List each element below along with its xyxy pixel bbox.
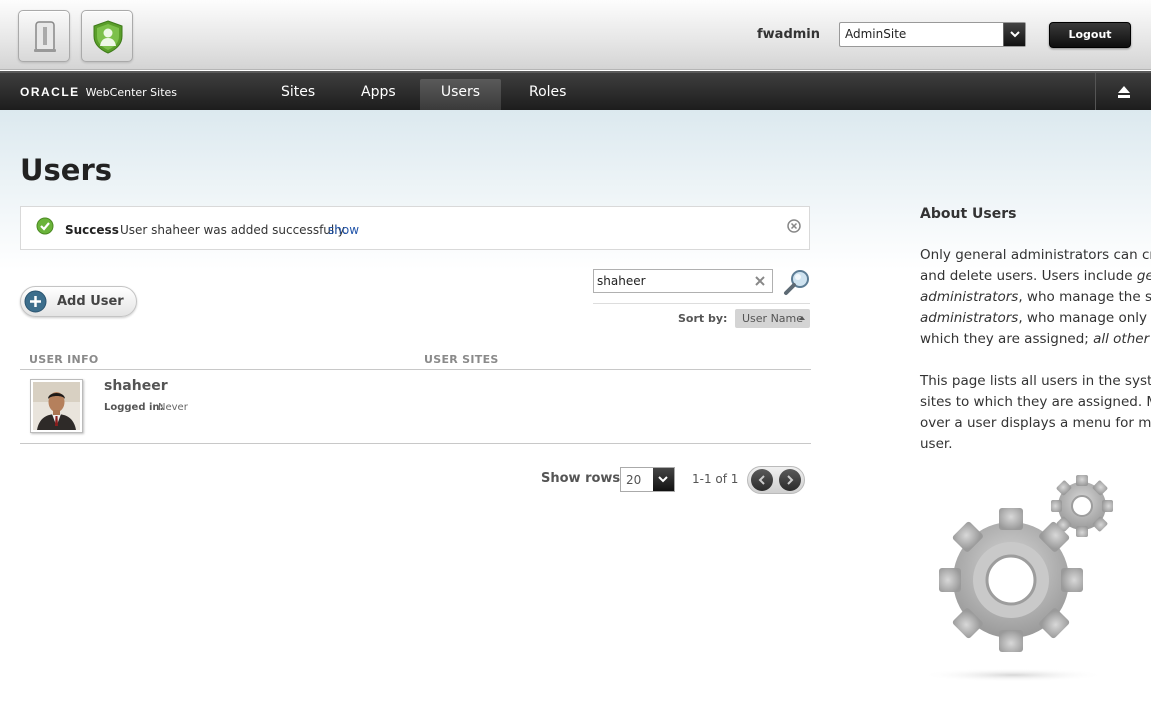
plus-circle-icon: [24, 290, 47, 313]
column-header-user-info: USER INFO: [29, 353, 99, 366]
about-line: over a user displays a menu for manag: [920, 415, 1151, 431]
nav-tab-users[interactable]: Users: [420, 79, 501, 110]
about-users-paragraph-2: This page lists all users in the system …: [920, 371, 1151, 455]
about-line: administrators, who manage the syste: [920, 289, 1151, 305]
success-notification: Success User shaheer was added successfu…: [20, 206, 810, 250]
brand-logo: ORACLE WebCenter Sites: [20, 85, 177, 100]
pagination-range: 1-1 of 1: [692, 472, 739, 486]
sort-value: User Name: [742, 312, 804, 325]
chevron-down-icon: [658, 476, 668, 483]
column-header-user-sites: USER SITES: [424, 353, 499, 366]
app-switcher-button[interactable]: [18, 10, 70, 62]
sort-up-icon: [799, 316, 805, 320]
notification-show-link[interactable]: show: [328, 223, 359, 237]
nav-tab-sites[interactable]: Sites: [271, 79, 325, 110]
logout-button[interactable]: Logout: [1049, 22, 1131, 48]
logged-in-value: Never: [158, 402, 188, 413]
avatar: [30, 379, 83, 433]
shield-user-icon: [93, 20, 123, 54]
clear-search-icon[interactable]: [754, 275, 766, 287]
user-search-box: [593, 269, 773, 293]
rows-per-page-value: 20: [626, 473, 642, 487]
about-users-paragraph-1: Only general administrators can create a…: [920, 245, 1151, 350]
main-nav: ORACLE WebCenter Sites Sites Apps Users R…: [0, 71, 1151, 110]
current-username: fwadmin: [757, 27, 821, 42]
about-line: which they are assigned; all other user: [920, 331, 1151, 347]
about-line: This page lists all users in the system …: [920, 373, 1151, 389]
page-title: Users: [20, 153, 113, 187]
about-line: and delete users. Users include genera: [920, 268, 1151, 284]
add-user-label: Add User: [57, 294, 124, 309]
show-rows-label: Show rows:: [541, 471, 626, 486]
add-user-button[interactable]: Add User: [20, 286, 137, 317]
sort-user-name-button[interactable]: User Name: [735, 309, 810, 328]
nav-tab-apps[interactable]: Apps: [351, 79, 406, 110]
about-line: administrators, who manage only the: [920, 310, 1151, 326]
user-name-link[interactable]: shaheer: [104, 378, 168, 394]
collapse-header-button[interactable]: [1095, 73, 1151, 110]
brand-oracle: ORACLE: [20, 85, 80, 99]
about-users-title: About Users: [920, 206, 1017, 222]
chevron-right-icon: [787, 475, 794, 485]
site-select-dropdown[interactable]: [1003, 23, 1025, 46]
rows-per-page-dropdown[interactable]: [653, 468, 674, 491]
eject-icon: [1118, 86, 1130, 98]
user-photo-icon: [33, 382, 80, 430]
close-icon[interactable]: [787, 219, 801, 233]
about-line: Only general administrators can create: [920, 247, 1151, 263]
next-page-button[interactable]: [779, 469, 801, 491]
about-line: sites to which they are assigned. Mous: [920, 394, 1151, 410]
device-icon: [34, 21, 56, 52]
search-divider: [593, 303, 810, 304]
check-circle-icon: [36, 217, 54, 235]
rows-per-page-select[interactable]: 20: [620, 467, 675, 492]
logged-in-label: Logged in:: [104, 402, 164, 413]
previous-page-button[interactable]: [751, 469, 773, 491]
gears-illustration-icon: [921, 475, 1113, 682]
search-input[interactable]: [597, 273, 747, 289]
table-header-divider: [20, 369, 811, 370]
brand-product: WebCenter Sites: [85, 86, 178, 99]
site-select-value: AdminSite: [845, 27, 907, 41]
notification-message: User shaheer was added successfully.: [120, 223, 347, 237]
table-row-divider: [20, 443, 811, 444]
search-icon[interactable]: [783, 268, 811, 296]
chevron-left-icon: [758, 475, 765, 485]
sort-by-label: Sort by:: [678, 312, 728, 325]
top-header: fwadmin AdminSite Logout: [0, 0, 1151, 70]
about-line: user.: [920, 436, 953, 452]
admin-app-button[interactable]: [81, 10, 133, 62]
site-select[interactable]: AdminSite: [839, 22, 1026, 47]
nav-tab-roles[interactable]: Roles: [519, 79, 576, 110]
pager-controls: [747, 466, 805, 494]
notification-label: Success: [65, 223, 119, 237]
chevron-down-icon: [1010, 31, 1020, 38]
